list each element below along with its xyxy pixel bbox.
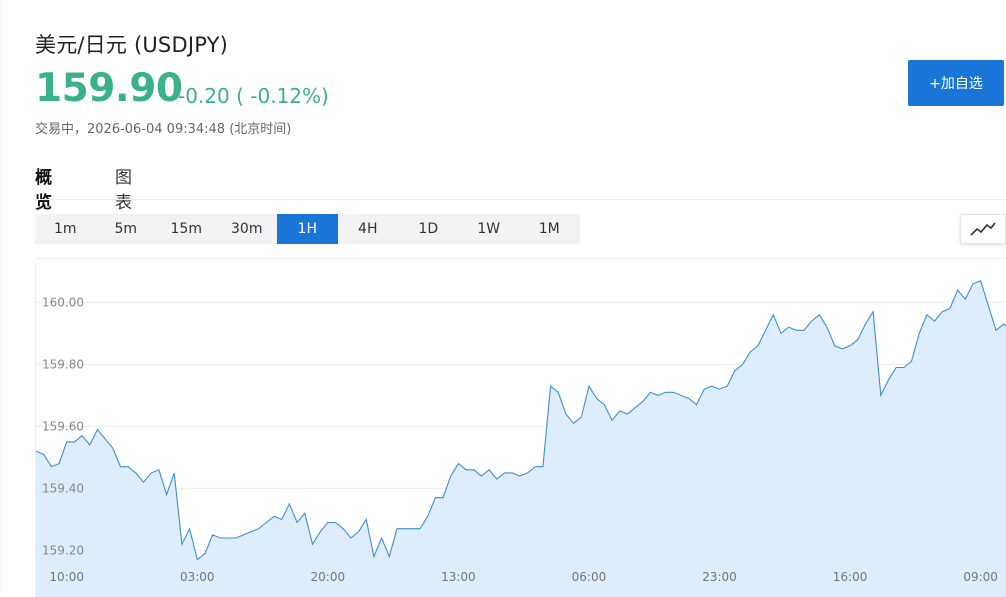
x-tick-label: 20:00 xyxy=(311,570,346,584)
price-chart[interactable]: 160.00 159.80 159.60 159.40 159.20 10:00 03:00… xyxy=(35,258,1006,597)
x-tick-label: 10:00 xyxy=(49,570,84,584)
add-to-watchlist-button[interactable]: +加自选 xyxy=(908,60,1004,106)
line-chart-icon xyxy=(970,222,996,236)
y-tick-label: 159.80 xyxy=(42,357,84,371)
x-tick-label: 13:00 xyxy=(441,570,476,584)
period-1month[interactable]: 1M xyxy=(519,214,580,244)
period-30m[interactable]: 30m xyxy=(217,214,278,244)
left-edge-strip xyxy=(0,0,3,596)
x-tick-label: 16:00 xyxy=(833,570,868,584)
y-tick-label: 160.00 xyxy=(42,295,84,309)
trading-status: 交易中，2026-06-04 09:34:48 (北京时间) xyxy=(35,122,292,137)
period-15m[interactable]: 15m xyxy=(156,214,217,244)
period-1m[interactable]: 1m xyxy=(35,214,96,244)
x-tick-label: 09:00 xyxy=(963,570,998,584)
price-area xyxy=(36,280,1006,597)
y-tick-label: 159.20 xyxy=(42,543,84,557)
price-chart-svg: 160.00 159.80 159.60 159.40 159.20 10:00 03:00… xyxy=(36,279,1006,597)
instrument-title: 美元/日元 (USDJPY) xyxy=(35,33,229,57)
chart-type-button[interactable] xyxy=(960,214,1006,244)
period-1d[interactable]: 1D xyxy=(398,214,459,244)
x-tick-label: 03:00 xyxy=(180,570,215,584)
current-price: 159.90 xyxy=(35,66,183,111)
x-tick-label: 23:00 xyxy=(702,570,737,584)
x-tick-label: 06:00 xyxy=(572,570,607,584)
tab-divider xyxy=(35,199,1006,200)
y-tick-label: 159.40 xyxy=(42,481,84,495)
y-tick-label: 159.60 xyxy=(42,419,84,433)
price-change: -0.20 ( -0.12%) xyxy=(178,84,329,108)
period-5m[interactable]: 5m xyxy=(96,214,157,244)
period-1h[interactable]: 1H xyxy=(277,214,338,244)
period-4h[interactable]: 4H xyxy=(338,214,399,244)
period-1w[interactable]: 1W xyxy=(459,214,520,244)
period-selector: 1m 5m 15m 30m 1H 4H 1D 1W 1M xyxy=(35,214,580,244)
